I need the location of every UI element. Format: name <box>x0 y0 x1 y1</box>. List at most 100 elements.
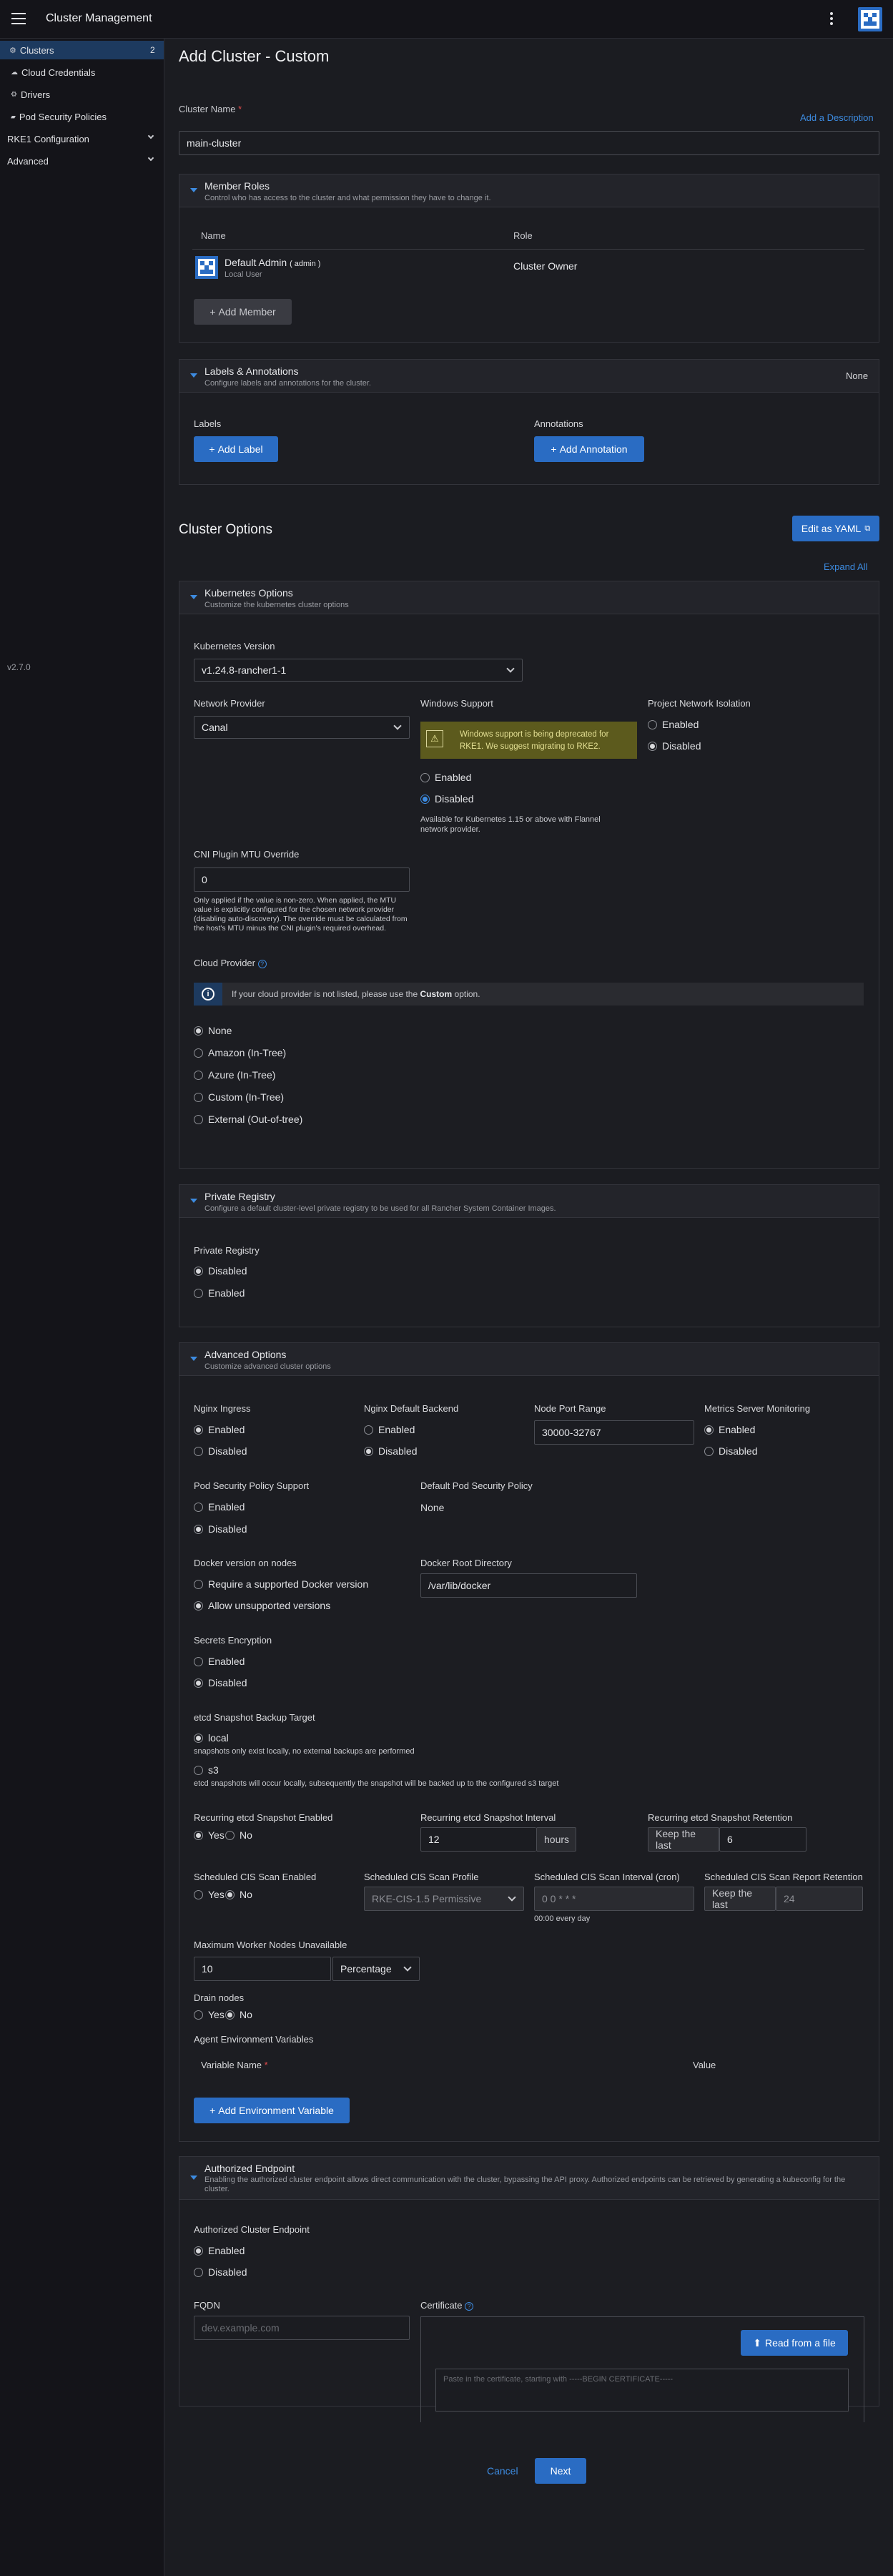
cancel-button[interactable]: Cancel <box>487 2465 518 2477</box>
nginx-enabled-radio[interactable]: Enabled <box>194 1424 245 1435</box>
sidebar-item-cloud-credentials[interactable]: ☁ Cloud Credentials <box>0 63 164 82</box>
next-button[interactable]: Next <box>535 2458 586 2484</box>
read-from-file-button[interactable]: ⬆ Read from a file <box>741 2330 848 2356</box>
secrets-disabled-radio[interactable]: Disabled <box>194 1677 247 1688</box>
metrics-enabled-radio[interactable]: Enabled <box>704 1424 755 1435</box>
k8s-version-select[interactable]: v1.24.8-rancher1-1 <box>194 659 523 682</box>
add-description-link[interactable]: Add a Description <box>800 112 874 123</box>
cluster-name-label: Cluster Name * <box>179 104 242 114</box>
member-roles-section: Member Roles Control who has access to t… <box>179 174 879 343</box>
chevron-down-icon <box>147 132 154 139</box>
advanced-options-header[interactable]: Advanced Options Customize advanced clus… <box>179 1343 879 1376</box>
member-avatar <box>195 256 218 279</box>
member-roles-header[interactable]: Member Roles Control who has access to t… <box>179 174 879 207</box>
add-env-variable-button[interactable]: + Add Environment Variable <box>194 2098 350 2123</box>
col-header-value: Value <box>693 2060 716 2070</box>
nginx-backend-disabled-radio[interactable]: Disabled <box>364 1445 417 1457</box>
drain-yes-radio[interactable]: Yes <box>194 2009 225 2020</box>
cis-profile-select[interactable]: RKE-CIS-1.5 Permissive <box>364 1887 524 1911</box>
snapshot-retention-label: Recurring etcd Snapshot Retention <box>648 1812 793 1823</box>
psp-disabled-radio[interactable]: Disabled <box>194 1523 247 1535</box>
docker-version-label: Docker version on nodes <box>194 1558 297 1568</box>
docker-allow-radio[interactable]: Allow unsupported versions <box>194 1600 330 1611</box>
network-provider-select[interactable]: Canal <box>194 716 410 739</box>
cloud-amazon-radio[interactable]: Amazon (In-Tree) <box>194 1047 286 1058</box>
sidebar-item-drivers[interactable]: ⚙ Drivers <box>0 85 164 104</box>
nginx-disabled-radio[interactable]: Disabled <box>194 1445 247 1457</box>
hamburger-menu-icon[interactable] <box>11 13 26 24</box>
cloud-external-radio[interactable]: External (Out-of-tree) <box>194 1114 302 1125</box>
certificate-textarea[interactable]: Paste in the certificate, starting with … <box>435 2369 849 2412</box>
user-avatar[interactable] <box>858 7 882 31</box>
registry-disabled-radio[interactable]: Disabled <box>194 1265 247 1277</box>
gear-icon: ⚙ <box>9 46 16 55</box>
cis-interval-note: 00:00 every day <box>534 1914 591 1923</box>
help-icon[interactable]: ? <box>465 2302 474 2311</box>
docker-root-input[interactable]: /var/lib/docker <box>420 1573 637 1598</box>
cis-enabled-label: Scheduled CIS Scan Enabled <box>194 1872 317 1882</box>
cloud-none-radio[interactable]: None <box>194 1025 232 1036</box>
sidebar-item-clusters[interactable]: ⚙ Clusters 2 <box>0 41 164 59</box>
pni-disabled-radio[interactable]: Disabled <box>648 740 701 752</box>
cloud-info-banner: i If your cloud provider is not listed, … <box>194 983 864 1006</box>
node-port-input[interactable]: 30000-32767 <box>534 1420 694 1445</box>
cis-no-radio[interactable]: No <box>225 1889 252 1900</box>
snapshot-retention-input[interactable]: 6 <box>719 1827 806 1852</box>
cis-yes-radio[interactable]: Yes <box>194 1889 225 1900</box>
cloud-azure-radio[interactable]: Azure (In-Tree) <box>194 1069 275 1081</box>
add-annotation-button[interactable]: + Add Annotation <box>534 436 644 462</box>
sidebar-item-pod-security-policies[interactable]: ▰ Pod Security Policies <box>0 107 164 126</box>
labels-annotations-section: Labels & Annotations Configure labels an… <box>179 359 879 485</box>
cis-interval-input[interactable]: 0 0 * * * <box>534 1887 694 1911</box>
warning-icon: ⚠ <box>426 730 443 747</box>
col-header-role: Role <box>513 230 533 241</box>
snapshot-interval-input[interactable]: 12 <box>420 1827 536 1852</box>
docker-require-radio[interactable]: Require a supported Docker version <box>194 1578 368 1590</box>
expand-all-link[interactable]: Expand All <box>824 561 867 572</box>
labels-annotations-header[interactable]: Labels & Annotations Configure labels an… <box>179 360 879 393</box>
etcd-s3-radio[interactable]: s3 <box>194 1764 219 1776</box>
node-port-label: Node Port Range <box>534 1403 606 1414</box>
sidebar-group-advanced[interactable]: Advanced <box>0 152 164 170</box>
etcd-local-radio[interactable]: local <box>194 1732 229 1744</box>
recurring-yes-radio[interactable]: Yes <box>194 1829 225 1841</box>
ace-enabled-radio[interactable]: Enabled <box>194 2245 245 2256</box>
psp-enabled-radio[interactable]: Enabled <box>194 1501 245 1513</box>
cluster-name-input[interactable]: main-cluster <box>179 131 879 155</box>
network-provider-label: Network Provider <box>194 698 265 709</box>
cis-interval-label: Scheduled CIS Scan Interval (cron) <box>534 1872 680 1882</box>
nginx-backend-enabled-radio[interactable]: Enabled <box>364 1424 415 1435</box>
windows-disabled-radio[interactable]: Disabled <box>420 793 473 805</box>
member-name: Default Admin ( admin ) <box>225 257 321 268</box>
pni-enabled-radio[interactable]: Enabled <box>648 719 699 730</box>
secrets-encryption-label: Secrets Encryption <box>194 1635 272 1646</box>
kebab-menu-icon[interactable] <box>829 11 834 28</box>
ace-disabled-radio[interactable]: Disabled <box>194 2266 247 2278</box>
count-badge: 2 <box>150 45 155 55</box>
secrets-enabled-radio[interactable]: Enabled <box>194 1656 245 1667</box>
kubernetes-options-section: Kubernetes Options Customize the kuberne… <box>179 581 879 1169</box>
help-icon[interactable]: ? <box>257 960 267 968</box>
max-unavailable-input[interactable]: 10 <box>194 1957 331 1981</box>
max-unavailable-unit-select[interactable]: Percentage <box>332 1957 420 1981</box>
snapshot-retention-prefix: Keep the last <box>648 1827 719 1852</box>
authorized-endpoint-header[interactable]: Authorized Endpoint Enabling the authori… <box>179 2157 879 2200</box>
mtu-label: CNI Plugin MTU Override <box>194 849 300 860</box>
cis-retention-input[interactable]: 24 <box>776 1887 863 1911</box>
sidebar-group-rke1-configuration[interactable]: RKE1 Configuration <box>0 129 164 148</box>
recurring-no-radio[interactable]: No <box>225 1829 252 1841</box>
add-member-button[interactable]: + Add Member <box>194 299 292 325</box>
private-registry-header[interactable]: Private Registry Configure a default clu… <box>179 1185 879 1218</box>
edit-as-yaml-button[interactable]: Edit as YAML ⧉ <box>792 516 879 541</box>
kubernetes-options-header[interactable]: Kubernetes Options Customize the kuberne… <box>179 581 879 614</box>
registry-enabled-radio[interactable]: Enabled <box>194 1287 245 1299</box>
fqdn-input[interactable]: dev.example.com <box>194 2316 410 2340</box>
drain-no-radio[interactable]: No <box>225 2009 252 2020</box>
mtu-input[interactable]: 0 <box>194 867 410 892</box>
col-header-variable-name: Variable Name * <box>201 2060 268 2070</box>
metrics-disabled-radio[interactable]: Disabled <box>704 1445 757 1457</box>
add-label-button[interactable]: + Add Label <box>194 436 278 462</box>
chevron-down-icon <box>506 664 515 673</box>
windows-enabled-radio[interactable]: Enabled <box>420 772 471 783</box>
cloud-custom-radio[interactable]: Custom (In-Tree) <box>194 1091 284 1103</box>
